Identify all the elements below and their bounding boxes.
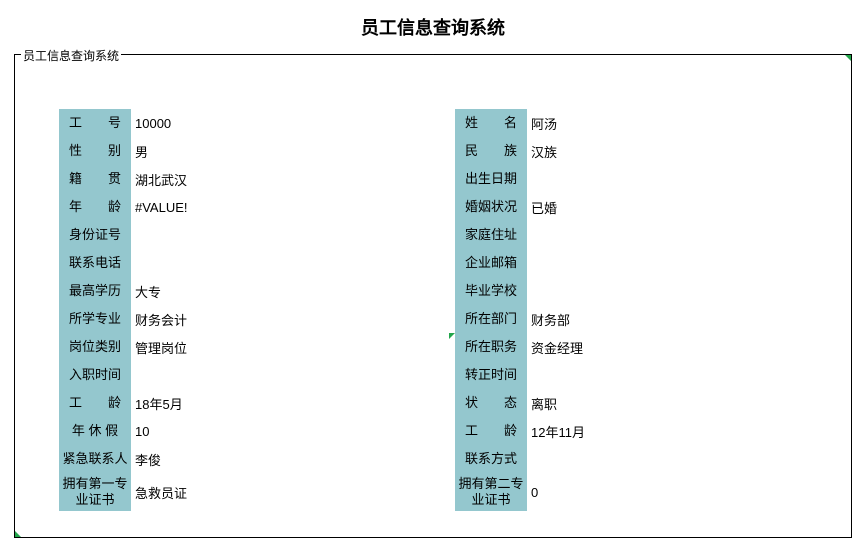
- left-value: 管理岗位: [131, 338, 251, 357]
- right-row: 出生日期: [455, 165, 647, 193]
- right-row: 婚姻状况已婚: [455, 193, 647, 221]
- right-row: 拥有第二专业证书0: [455, 473, 647, 511]
- right-label: 姓 名: [455, 109, 527, 137]
- left-value: 李俊: [131, 450, 251, 469]
- right-column: 姓 名阿汤民 族汉族出生日期婚姻状况已婚家庭住址企业邮箱毕业学校所在部门财务部所…: [455, 109, 647, 511]
- right-value: 财务部: [527, 310, 647, 329]
- right-label: 转正时间: [455, 361, 527, 389]
- left-row: 所学专业财务会计: [59, 305, 251, 333]
- right-label: 所在部门: [455, 305, 527, 333]
- corner-mark-top-right: [845, 55, 851, 61]
- right-label: 拥有第二专业证书: [455, 473, 527, 511]
- left-value: 大专: [131, 282, 251, 301]
- right-label: 民 族: [455, 137, 527, 165]
- left-value: 18年5月: [131, 394, 251, 413]
- left-value: 男: [131, 142, 251, 161]
- left-row: 岗位类别管理岗位: [59, 333, 251, 361]
- right-row: 所在职务资金经理: [455, 333, 647, 361]
- left-value: 10000: [131, 116, 251, 131]
- left-label: 最高学历: [59, 277, 131, 305]
- right-row: 民 族汉族: [455, 137, 647, 165]
- left-label: 年 休 假: [59, 417, 131, 445]
- page-title: 员工信息查询系统: [0, 0, 866, 48]
- left-label: 联系电话: [59, 249, 131, 277]
- right-label: 企业邮箱: [455, 249, 527, 277]
- right-value: 已婚: [527, 198, 647, 217]
- form-fieldset: 员工信息查询系统 工 号10000性 别男籍 贯湖北武汉年 龄#VALUE!身份…: [14, 54, 852, 538]
- left-value: 10: [131, 424, 251, 439]
- right-label: 家庭住址: [455, 221, 527, 249]
- left-label: 拥有第一专业证书: [59, 473, 131, 511]
- right-value: 资金经理: [527, 338, 647, 357]
- left-label: 岗位类别: [59, 333, 131, 361]
- left-row: 性 别男: [59, 137, 251, 165]
- left-row: 拥有第一专业证书急救员证: [59, 473, 251, 511]
- left-label: 工 龄: [59, 389, 131, 417]
- left-label: 身份证号: [59, 221, 131, 249]
- left-label: 工 号: [59, 109, 131, 137]
- right-label: 工 龄: [455, 417, 527, 445]
- right-row: 转正时间: [455, 361, 647, 389]
- left-column: 工 号10000性 别男籍 贯湖北武汉年 龄#VALUE!身份证号联系电话最高学…: [59, 109, 251, 511]
- left-row: 入职时间: [59, 361, 251, 389]
- left-row: 联系电话: [59, 249, 251, 277]
- right-value: 汉族: [527, 142, 647, 161]
- left-label: 年 龄: [59, 193, 131, 221]
- right-row: 家庭住址: [455, 221, 647, 249]
- left-value: #VALUE!: [131, 200, 251, 215]
- left-row: 工 龄18年5月: [59, 389, 251, 417]
- right-value: 离职: [527, 394, 647, 413]
- left-row: 年 龄#VALUE!: [59, 193, 251, 221]
- left-row: 工 号10000: [59, 109, 251, 137]
- left-row: 籍 贯湖北武汉: [59, 165, 251, 193]
- left-value: 财务会计: [131, 310, 251, 329]
- left-label: 紧急联系人: [59, 445, 131, 473]
- cell-marker-icon: [449, 333, 455, 339]
- right-row: 状 态离职: [455, 389, 647, 417]
- left-row: 最高学历大专: [59, 277, 251, 305]
- left-value: 急救员证: [131, 483, 251, 502]
- left-row: 身份证号: [59, 221, 251, 249]
- right-label: 出生日期: [455, 165, 527, 193]
- right-value: 阿汤: [527, 114, 647, 133]
- left-label: 所学专业: [59, 305, 131, 333]
- right-label: 毕业学校: [455, 277, 527, 305]
- left-label: 籍 贯: [59, 165, 131, 193]
- right-row: 姓 名阿汤: [455, 109, 647, 137]
- right-row: 所在部门财务部: [455, 305, 647, 333]
- left-label: 性 别: [59, 137, 131, 165]
- right-row: 工 龄12年11月: [455, 417, 647, 445]
- fieldset-legend: 员工信息查询系统: [21, 47, 121, 64]
- right-value: 12年11月: [527, 422, 647, 441]
- right-label: 状 态: [455, 389, 527, 417]
- right-row: 企业邮箱: [455, 249, 647, 277]
- left-row: 年 休 假10: [59, 417, 251, 445]
- left-label: 入职时间: [59, 361, 131, 389]
- left-value: 湖北武汉: [131, 170, 251, 189]
- right-label: 所在职务: [455, 333, 527, 361]
- corner-mark-bottom-left: [15, 531, 21, 537]
- right-row: 联系方式: [455, 445, 647, 473]
- left-row: 紧急联系人李俊: [59, 445, 251, 473]
- right-row: 毕业学校: [455, 277, 647, 305]
- right-label: 婚姻状况: [455, 193, 527, 221]
- right-value: 0: [527, 485, 647, 500]
- right-label: 联系方式: [455, 445, 527, 473]
